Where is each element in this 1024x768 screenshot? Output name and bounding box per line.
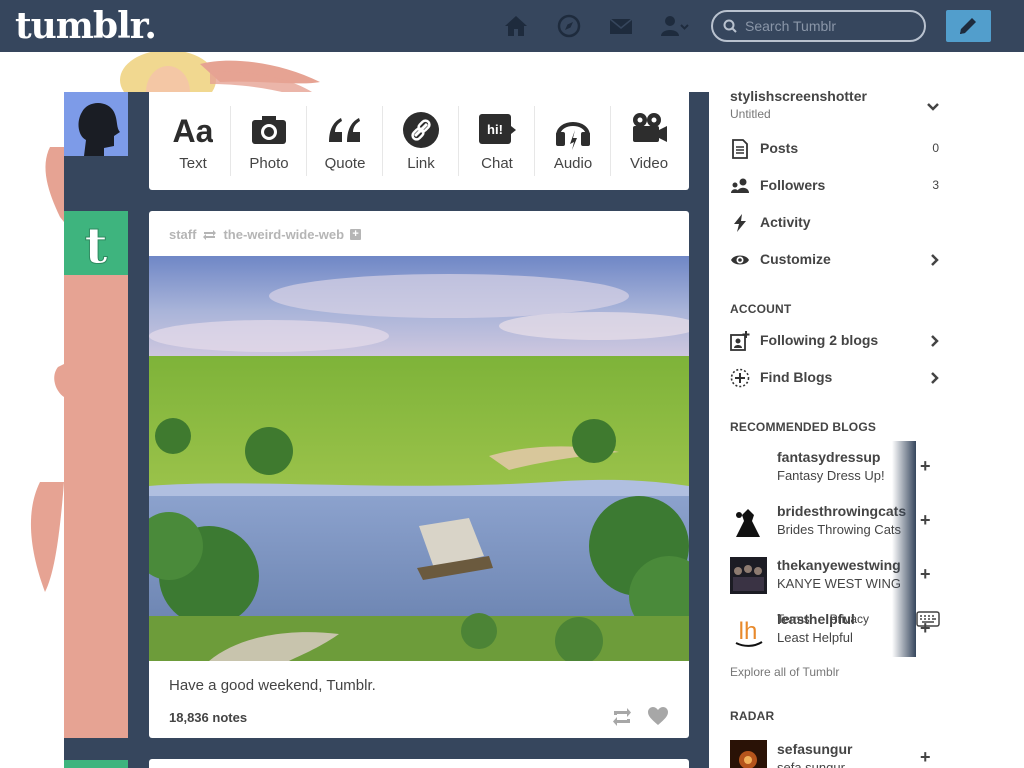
- camera-icon: [252, 116, 286, 144]
- radar-blog[interactable]: sefasungur sefa sungur +: [730, 740, 940, 768]
- follow-blog-button[interactable]: +: [920, 510, 931, 531]
- footer-links: Terms Privacy: [777, 612, 869, 626]
- svg-text:hi!: hi!: [487, 122, 503, 137]
- pencil-icon: [960, 18, 976, 34]
- sidebar-item-posts[interactable]: Posts 0: [730, 137, 942, 161]
- post-type-link[interactable]: Link: [383, 92, 459, 190]
- post-notes[interactable]: 18,836 notes: [169, 710, 247, 725]
- post-type-quote[interactable]: Quote: [307, 92, 383, 190]
- search-icon: [723, 19, 737, 33]
- keyboard-icon[interactable]: [916, 611, 940, 627]
- explore-link[interactable]: Explore all of Tumblr: [730, 665, 839, 679]
- headphones-icon: [556, 122, 590, 150]
- chevron-down-icon[interactable]: [926, 100, 940, 114]
- eye-icon: [731, 255, 749, 265]
- dashboard-post: staff the-weird-wide-web + Have a good w…: [149, 211, 689, 738]
- activity-icon: [734, 214, 746, 232]
- blog-avatar: [730, 503, 767, 540]
- text-icon: Aa: [173, 113, 213, 149]
- home-icon[interactable]: [503, 13, 529, 39]
- post-avatar-shadow: [64, 275, 128, 738]
- post-author[interactable]: staff: [169, 227, 196, 242]
- avatar-silhouette-icon: [64, 92, 128, 156]
- sidebar-blog-name[interactable]: stylishscreenshotter: [730, 88, 867, 104]
- quote-icon: [329, 118, 360, 142]
- post-type-chat[interactable]: hi! Chat: [459, 92, 535, 190]
- svg-text:Aa: Aa: [173, 113, 213, 149]
- sidebar-blog-title: Untitled: [730, 107, 771, 121]
- find-blogs-icon: [730, 368, 750, 388]
- chevron-right-icon: [931, 335, 939, 347]
- video-camera-icon: [633, 113, 667, 142]
- post-type-video[interactable]: Video: [611, 92, 687, 190]
- chevron-right-icon: [931, 254, 939, 266]
- account-icon[interactable]: [660, 13, 690, 39]
- next-post-card: [149, 759, 689, 768]
- search-box[interactable]: [711, 10, 926, 42]
- chat-icon: hi!: [479, 114, 516, 144]
- follow-plus-icon[interactable]: +: [350, 229, 362, 240]
- reblog-icon[interactable]: [611, 707, 633, 727]
- post-type-text[interactable]: Aa Text: [155, 92, 231, 190]
- sidebar-item-activity[interactable]: Activity: [730, 211, 942, 235]
- sidebar-item-find-blogs[interactable]: Find Blogs: [730, 366, 942, 390]
- svg-text:lh: lh: [739, 618, 758, 645]
- blog-avatar: [730, 449, 767, 486]
- posts-icon: [732, 139, 748, 159]
- recommended-blog[interactable]: thekanyewestwing KANYE WEST WING +: [730, 549, 940, 603]
- recommended-blog[interactable]: bridesthrowingcats Brides Throwing Cats …: [730, 495, 940, 549]
- link-icon: [403, 112, 439, 148]
- radar-heading: RADAR: [730, 709, 775, 723]
- post-header: staff the-weird-wide-web +: [169, 227, 362, 242]
- terms-link[interactable]: Terms: [777, 612, 810, 626]
- own-avatar[interactable]: [64, 92, 128, 156]
- inbox-icon[interactable]: [608, 13, 634, 39]
- follow-blog-button[interactable]: +: [920, 456, 931, 477]
- post-photo[interactable]: [149, 256, 689, 661]
- tumblr-logo[interactable]: tumblr.: [15, 5, 157, 47]
- follow-blog-button[interactable]: +: [920, 564, 931, 585]
- compose-button[interactable]: [946, 10, 991, 42]
- blog-avatar: [730, 740, 767, 768]
- privacy-link[interactable]: Privacy: [830, 612, 869, 626]
- svg-text:t: t: [84, 216, 107, 275]
- next-post-avatar[interactable]: [64, 760, 128, 768]
- staff-avatar[interactable]: t: [64, 211, 128, 276]
- reblogged-from[interactable]: the-weird-wide-web: [223, 227, 344, 242]
- post-type-bar: Aa Text Photo Quote Link hi! Chat Audio …: [149, 92, 689, 190]
- blog-avatar: lh: [730, 611, 767, 648]
- sidebar-item-followers[interactable]: Followers 3: [730, 174, 942, 198]
- reblog-small-icon: [203, 229, 217, 240]
- followers-count: 3: [932, 178, 939, 192]
- chevron-right-icon: [931, 372, 939, 384]
- search-input[interactable]: [745, 17, 915, 35]
- heart-icon[interactable]: [647, 706, 669, 726]
- following-icon: [730, 331, 750, 351]
- explore-icon[interactable]: [556, 13, 582, 39]
- post-caption: Have a good weekend, Tumblr.: [169, 677, 376, 694]
- recommended-heading: RECOMMENDED BLOGS: [730, 420, 877, 434]
- account-heading: ACCOUNT: [730, 302, 792, 316]
- sidebar-item-customize[interactable]: Customize: [730, 248, 942, 272]
- follow-blog-button[interactable]: +: [920, 747, 931, 768]
- post-type-photo[interactable]: Photo: [231, 92, 307, 190]
- posts-count: 0: [932, 141, 939, 155]
- tumblr-t-icon: t: [84, 216, 108, 276]
- top-bar: tumblr.: [0, 0, 1024, 52]
- followers-icon: [731, 178, 749, 193]
- recommended-blog[interactable]: fantasydressup Fantasy Dress Up! +: [730, 441, 940, 495]
- post-type-audio[interactable]: Audio: [535, 92, 611, 190]
- sidebar-item-following[interactable]: Following 2 blogs: [730, 329, 942, 353]
- blog-avatar: [730, 557, 767, 594]
